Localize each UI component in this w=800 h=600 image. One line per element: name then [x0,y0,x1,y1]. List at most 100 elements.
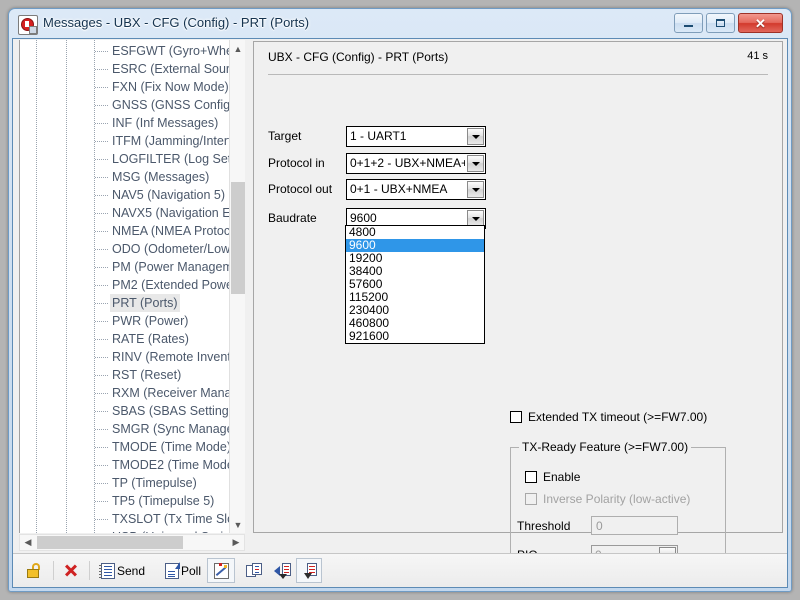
minimize-button[interactable] [674,13,703,33]
chevron-down-icon[interactable] [467,155,484,172]
baudrate-label: Baudrate [268,211,317,225]
tree-elbow-icon [95,177,109,178]
arrow-down-icon [302,563,317,579]
tree-elbow-icon [95,411,109,412]
tree-item[interactable]: PRT (Ports) [20,294,230,312]
unlock-button[interactable] [27,558,40,583]
tree-item[interactable]: PM2 (Extended Power Man [20,276,230,294]
poll-button[interactable]: Poll [165,558,201,583]
txready-enable-label: Enable [543,470,581,484]
target-value: 1 - UART1 [350,129,407,143]
tree-item[interactable]: ODO (Odometer/Low-Spee [20,240,230,258]
tree-item[interactable]: GNSS (GNSS Config) [20,96,230,114]
protocol-in-label: Protocol in [268,156,325,170]
scroll-up-icon[interactable]: ▲ [230,40,245,57]
message-window: Messages - UBX - CFG (Config) - PRT (Por… [8,8,792,592]
maximize-button[interactable] [706,13,735,33]
tree-item[interactable]: MSG (Messages) [20,168,230,186]
threshold-input: 0 [591,516,678,535]
header-divider [268,74,768,75]
baudrate-dropdown-list[interactable]: 4800 9600 19200 38400 57600 115200 230400 46080… [345,225,485,344]
protocol-out-label: Protocol out [268,182,333,196]
import-button[interactable] [269,558,295,583]
tree-item-label: SBAS (SBAS Settings) [112,404,230,418]
tree-item[interactable]: TP (Timepulse) [20,474,230,492]
tree-elbow-icon [95,285,109,286]
tree-elbow-icon [95,501,109,502]
refresh-timer: 41 s [747,50,768,62]
tree-item[interactable]: ESFGWT (Gyro+Wheeltick) [20,42,230,60]
document-icon [99,562,115,579]
extended-tx-timeout-label: Extended TX timeout (>=FW7.00) [528,410,708,424]
tree-elbow-icon [95,213,109,214]
windows-button[interactable] [241,558,267,583]
tree-item[interactable]: NMEA (NMEA Protocol) [20,222,230,240]
tree-item-label: ITFM (Jamming/Interferenc [112,134,230,148]
tree-item[interactable]: NAV5 (Navigation 5) [20,186,230,204]
tree-item[interactable]: PM (Power Management) [20,258,230,276]
threshold-value: 0 [596,519,603,533]
tree-item[interactable]: USB (Universal Serial Bus) [20,528,230,533]
tree-item-label: NMEA (NMEA Protocol) [112,224,230,238]
scroll-left-icon[interactable]: ◀ [20,535,36,550]
scrollbar-thumb[interactable] [231,182,245,294]
chevron-down-icon[interactable] [467,128,484,145]
tree-item-label: RINV (Remote Inventory) [112,350,230,364]
clear-button[interactable] [63,558,78,583]
protocol-out-combobox[interactable]: 0+1 - UBX+NMEA [346,179,486,200]
message-tree[interactable]: ESFGWT (Gyro+Wheeltick) ESRC (External So… [19,40,245,533]
tree-item[interactable]: ITFM (Jamming/Interferenc [20,132,230,150]
tree-item[interactable]: FXN (Fix Now Mode) [20,78,230,96]
scroll-down-icon[interactable]: ▼ [230,516,245,533]
tree-item[interactable]: PWR (Power) [20,312,230,330]
send-button[interactable]: Send [99,558,145,583]
tree-vertical-scrollbar[interactable]: ▲ ▼ [229,40,245,533]
lock-icon [27,563,40,578]
tree-item-label: NAV5 (Navigation 5) [112,188,226,202]
tree-item-label: FXN (Fix Now Mode) [112,80,229,94]
tree-item[interactable]: TMODE (Time Mode) [20,438,230,456]
tree-item[interactable]: RST (Reset) [20,366,230,384]
tree-item[interactable]: LOGFILTER (Log Settings) [20,150,230,168]
scroll-right-icon[interactable]: ▶ [228,535,244,550]
tree-item[interactable]: NAVX5 (Navigation Expert ! [20,204,230,222]
tree-elbow-icon [95,123,109,124]
tree-item[interactable]: TP5 (Timepulse 5) [20,492,230,510]
tree-item[interactable]: ESRC (External Source Conf [20,60,230,78]
tree-item-label: PM2 (Extended Power Man [112,278,230,292]
scrollbar-thumb-horizontal[interactable] [37,536,183,549]
threshold-label: Threshold [517,519,571,533]
configure-button[interactable] [207,558,235,583]
tree-elbow-icon [95,159,109,160]
tree-item[interactable]: SBAS (SBAS Settings) [20,402,230,420]
tree-item[interactable]: RATE (Rates) [20,330,230,348]
tree-item[interactable]: TMODE2 (Time Mode 2) [20,456,230,474]
tree-elbow-icon [95,447,109,448]
tree-elbow-icon [95,393,109,394]
extended-tx-timeout-checkbox[interactable] [510,411,522,423]
baudrate-option[interactable]: 921600 [346,330,484,343]
minimize-icon [675,14,702,32]
red-x-icon [63,563,78,578]
tree-item[interactable]: TXSLOT (Tx Time Slots) [20,510,230,528]
export-button[interactable] [296,558,322,583]
tree-item[interactable]: RXM (Receiver Manager) [20,384,230,402]
body-area: ESFGWT (Gyro+Wheeltick) ESRC (External So… [13,39,787,572]
protocol-in-value: 0+1+2 - UBX+NMEA+RT [350,156,465,170]
target-combobox[interactable]: 1 - UART1 [346,126,486,147]
close-button[interactable]: ✕ [738,13,783,33]
tree-elbow-icon [95,519,109,520]
tree-item-label: RXM (Receiver Manager) [112,386,230,400]
tree-item-label: TXSLOT (Tx Time Slots) [112,512,230,526]
tree-elbow-icon [95,465,109,466]
tree-horizontal-scrollbar[interactable]: ◀ ▶ [19,534,245,551]
protocol-in-combobox[interactable]: 0+1+2 - UBX+NMEA+RT [346,153,486,174]
tree-item[interactable]: RINV (Remote Inventory) [20,348,230,366]
txready-enable-checkbox[interactable] [525,471,537,483]
chevron-down-icon[interactable] [467,181,484,198]
tree-item-label: USB (Universal Serial Bus) [112,528,230,533]
tree-elbow-icon [95,267,109,268]
tree-item[interactable]: SMGR (Sync Manager Conf [20,420,230,438]
tree-elbow-icon [95,321,109,322]
tree-item[interactable]: INF (Inf Messages) [20,114,230,132]
